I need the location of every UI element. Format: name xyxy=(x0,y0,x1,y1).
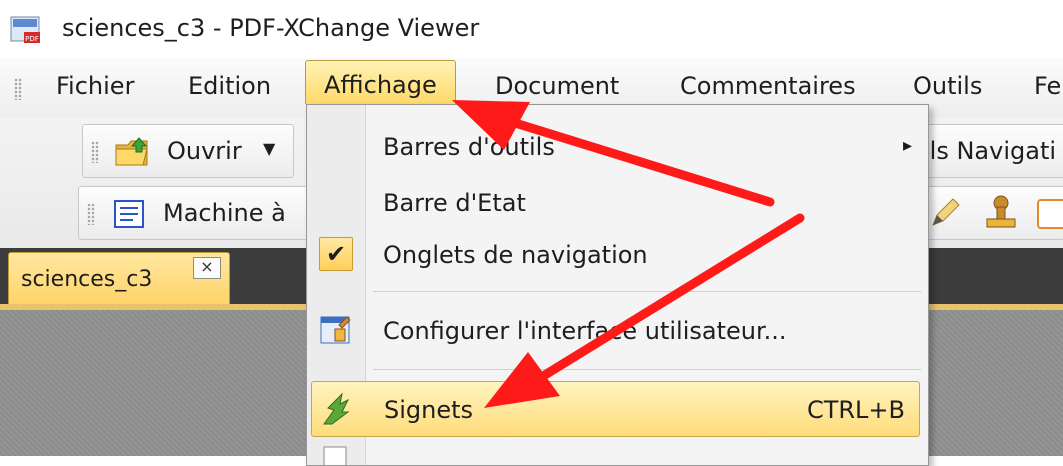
comment-toolbar xyxy=(906,186,1063,240)
pen-icon[interactable] xyxy=(927,195,961,231)
open-folder-icon xyxy=(115,137,148,166)
stamp-icon[interactable] xyxy=(983,193,1019,233)
menu-separator xyxy=(373,369,921,370)
menu-edition[interactable]: Edition xyxy=(188,72,271,100)
svg-text:PDF: PDF xyxy=(25,35,39,43)
menu-commentaires[interactable]: Commentaires xyxy=(680,72,856,100)
affichage-dropdown-menu: Barres d'outils ▸ Barre d'Etat ✔ Onglets… xyxy=(306,104,929,466)
submenu-arrow-icon: ▸ xyxy=(902,135,912,156)
menu-item-navigation-tabs[interactable]: ✔ Onglets de navigation xyxy=(307,227,926,283)
menu-item-bookmarks[interactable]: Signets CTRL+B xyxy=(311,381,920,437)
close-icon[interactable]: × xyxy=(193,257,221,279)
document-tab-label: sciences_c3 xyxy=(21,267,153,292)
dropdown-caret-icon[interactable]: ▼ xyxy=(263,139,275,158)
document-tab[interactable]: sciences_c3 × xyxy=(8,252,230,304)
check-icon: ✔ xyxy=(319,237,353,271)
menu-item-next[interactable] xyxy=(307,439,926,465)
menu-item-label: Onglets de navigation xyxy=(383,241,648,269)
menu-item-label: Configurer l'interface utilisateur... xyxy=(383,317,787,345)
menu-fenetre[interactable]: Fe xyxy=(1034,72,1061,100)
menubar-grip[interactable] xyxy=(14,78,22,100)
text-toolbar: Machine à xyxy=(78,186,318,240)
file-toolbar: Ouvrir ▼ xyxy=(82,124,294,178)
menu-item-toolbars[interactable]: Barres d'outils ▸ xyxy=(307,119,926,175)
menu-item-configure-ui[interactable]: Configurer l'interface utilisateur... xyxy=(307,303,926,359)
app-pdf-icon: PDF xyxy=(10,16,40,43)
toolbar-grip[interactable] xyxy=(87,203,95,225)
title-bar: PDF sciences_c3 - PDF-XChange Viewer xyxy=(0,0,1063,58)
menu-affichage[interactable]: Affichage xyxy=(305,60,456,104)
menu-outils[interactable]: Outils xyxy=(913,72,982,100)
document-icon xyxy=(323,446,347,465)
menu-fichier[interactable]: Fichier xyxy=(56,72,134,100)
toolbar-grip[interactable] xyxy=(91,141,99,163)
menu-item-status-bar[interactable]: Barre d'Etat xyxy=(307,175,926,231)
menu-item-shortcut: CTRL+B xyxy=(806,396,905,424)
typewriter-tool-button[interactable]: Machine à xyxy=(163,199,286,227)
navigation-tools-label[interactable]: ils Navigati xyxy=(923,137,1056,165)
menu-item-label: Barres d'outils xyxy=(383,133,555,161)
text-tool-icon xyxy=(114,200,144,228)
menu-separator xyxy=(373,291,921,292)
bookmarks-icon xyxy=(323,392,350,425)
configure-ui-icon xyxy=(320,316,351,344)
menu-document[interactable]: Document xyxy=(495,72,619,100)
menu-item-label: Barre d'Etat xyxy=(383,189,526,217)
menu-item-label: Signets xyxy=(384,396,474,424)
window-title: sciences_c3 - PDF-XChange Viewer xyxy=(62,14,480,42)
open-button[interactable]: Ouvrir xyxy=(167,137,242,165)
comment-color-swatch[interactable] xyxy=(1037,199,1063,229)
